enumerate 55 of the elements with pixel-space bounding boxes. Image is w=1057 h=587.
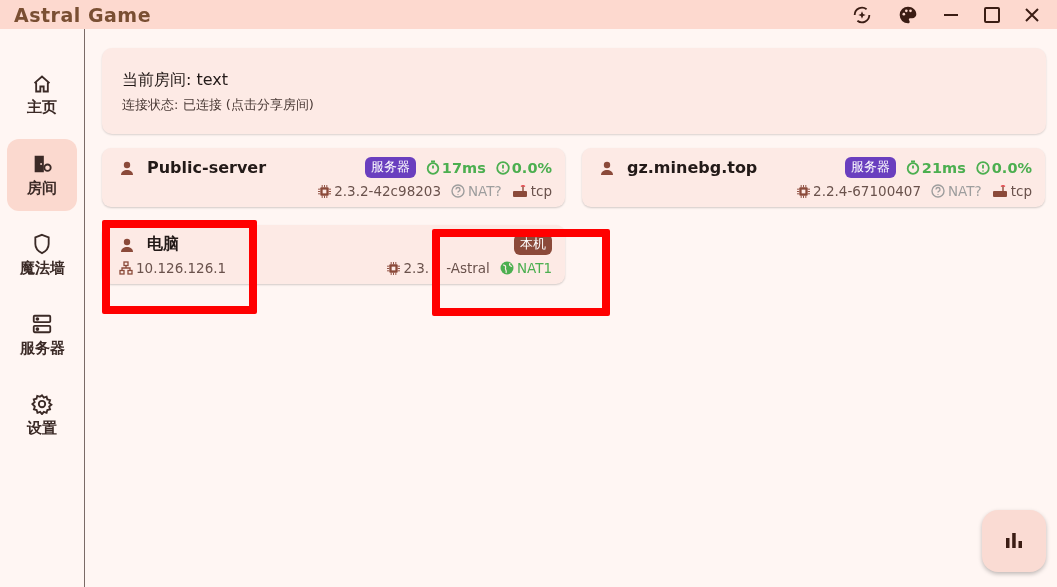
help-circle-icon: [931, 184, 945, 198]
maximize-icon[interactable]: [984, 6, 1000, 23]
chip-icon: [387, 261, 401, 275]
close-icon[interactable]: [1025, 7, 1039, 22]
palette-icon[interactable]: [898, 4, 918, 25]
window-title: Astral Game: [14, 3, 151, 26]
settings-icon: [31, 392, 53, 415]
room-card[interactable]: 当前房间: text 连接状态: 已连接 (点击分享房间): [102, 48, 1046, 134]
ip-address: 10.126.126.1: [136, 260, 227, 276]
peer-name: Public-server: [147, 158, 267, 177]
latency-text: 17ms: [441, 159, 486, 176]
nav-item[interactable]: 房间: [7, 139, 77, 211]
peer-name: gz.minebg.top: [627, 158, 758, 177]
packet-loss-text: 0.0%: [511, 159, 552, 176]
packet-loss-text: 0.0%: [991, 159, 1032, 176]
version-text: 2.3.: [403, 260, 430, 276]
chip-icon: [797, 184, 811, 198]
server-card[interactable]: Public-server 服务器 17ms 0.0% 2.3.2-42c98203 NAT? tcp: [102, 148, 565, 207]
connection-status: 连接状态: 已连接 (点击分享房间): [122, 96, 315, 114]
nav-item[interactable]: 服务器: [7, 299, 77, 371]
server-icon: [31, 312, 53, 335]
home-icon: [32, 73, 52, 94]
timer-icon: [905, 160, 920, 175]
bar-chart-icon: [1004, 532, 1024, 550]
person-icon: [119, 159, 135, 176]
person-icon: [599, 159, 615, 176]
version-text: 2.3.2-42c98203: [334, 183, 441, 199]
timer-icon: [425, 160, 440, 175]
shield-icon: [32, 232, 52, 255]
nav-item[interactable]: 设置: [7, 379, 77, 451]
router-icon: [511, 184, 528, 198]
help-circle-icon: [451, 184, 465, 198]
peer-name: 电脑: [147, 234, 179, 255]
protocol-text: tcp: [1010, 183, 1032, 199]
protocol-text: tcp: [530, 183, 552, 199]
server-badge: 服务器: [844, 157, 896, 178]
globe-icon: [499, 261, 514, 275]
alert-circle-icon: [495, 160, 510, 175]
router-icon: [991, 184, 1008, 198]
network-icon: [119, 261, 133, 275]
chip-icon: [318, 184, 332, 198]
nav-item[interactable]: 魔法墙: [7, 219, 77, 291]
version-text: -Astral: [446, 260, 490, 276]
server-card[interactable]: gz.minebg.top 服务器 21ms 0.0% 2.2.4-67100407 NAT? tcp: [582, 148, 1045, 207]
nat-text: NAT?: [468, 183, 502, 199]
stats-button[interactable]: [982, 510, 1046, 572]
latency-text: 21ms: [921, 159, 966, 176]
version-text: 2.2.4-67100407: [813, 183, 921, 199]
nav-item[interactable]: 主页: [7, 59, 77, 131]
room-title: 当前房间: text: [122, 70, 230, 91]
alert-circle-icon: [975, 160, 990, 175]
person-icon: [119, 236, 135, 253]
server-badge: 服务器: [364, 157, 416, 178]
nat-text: NAT?: [948, 183, 982, 199]
nat-text: NAT1: [516, 260, 552, 276]
